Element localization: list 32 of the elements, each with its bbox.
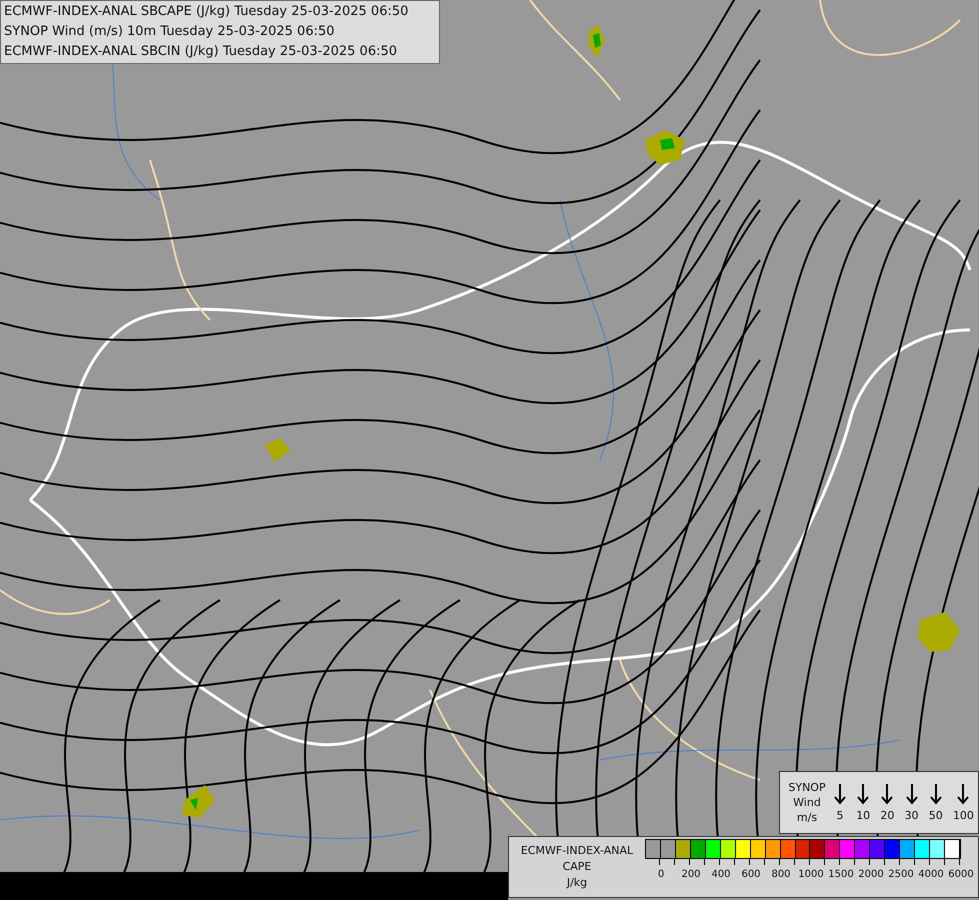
cape-value-label: 0 [658,868,664,882]
cape-value-label: 6000 [948,868,974,882]
legend-title: ECMWF-INDEX-ANAL [520,843,634,859]
legend-title: Wind [793,795,821,810]
wind-speed-label: 50 [928,808,943,822]
cape-value-label: 2500 [888,868,914,882]
wind-speed-label: 30 [904,808,919,822]
cape-value-label: 400 [711,868,731,882]
cape-value-label: 4000 [918,868,944,882]
down-arrow-icon [906,782,918,804]
cape-value-label: 1000 [798,868,824,882]
legend-title: m/s [796,810,818,825]
legend-title: J/kg [566,875,588,891]
cape-value-label: 800 [771,868,791,882]
layer-title: ECMWF-INDEX-ANAL SBCIN (J/kg) Tuesday 25-03-2025 06:50 [4,43,398,61]
cape-value-label: 2000 [858,868,884,882]
legend-title: CAPE [562,859,592,875]
down-arrow-icon [881,782,894,804]
down-arrow-icon [857,782,870,804]
layer-title: SYNOP Wind (m/s) 10m Tuesday 25-03-2025 06:50 [4,23,336,41]
wind-speed-label: 10 [856,808,870,822]
wind-speed-label: 100 [952,808,974,822]
down-arrow-icon [957,782,970,804]
down-arrow-icon [834,782,846,804]
wind-speed-label: 20 [880,808,894,822]
cape-value-label: 600 [741,868,761,882]
wind-speed-label: 5 [836,808,844,822]
cape-value-label: 200 [681,868,701,882]
down-arrow-icon [930,782,942,804]
layer-title: ECMWF-INDEX-ANAL SBCAPE (J/kg) Tuesday 25-03-2025 06:50 [4,3,410,21]
legend-title: SYNOP [788,780,826,795]
cape-value-label: 1500 [828,868,854,882]
